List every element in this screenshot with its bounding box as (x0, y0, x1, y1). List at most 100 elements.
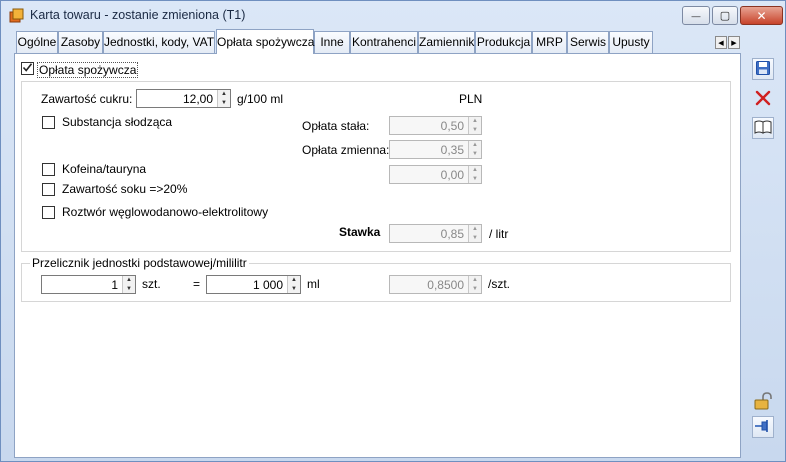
equals-sign: = (193, 277, 201, 291)
currency-label: PLN (459, 92, 483, 106)
pin-button[interactable] (752, 416, 774, 438)
rate-unit-label: / litr (489, 227, 509, 241)
sugar-content-value: 12,00 (182, 91, 213, 106)
tab-scroll-left-button[interactable]: ◀ (715, 36, 727, 49)
delete-button[interactable] (752, 88, 774, 110)
extra-fee-value: 0,00 (440, 167, 464, 182)
sweetener-label: Substancja słodząca (62, 115, 173, 129)
maximize-icon: ▢ (719, 10, 731, 22)
sugar-content-stepper[interactable]: ▲ ▼ (217, 90, 230, 107)
spin-up-icon: ▲ (126, 277, 132, 284)
ratio-unit-label: /szt. (488, 277, 511, 291)
arrow-right-icon: ▶ (731, 39, 737, 47)
spin-up-icon: ▲ (472, 226, 478, 233)
juice-checkbox[interactable] (42, 183, 55, 196)
minimize-icon: — (691, 10, 701, 21)
lock-icon (753, 391, 773, 414)
app-icon (9, 8, 24, 23)
book-icon (754, 120, 772, 137)
spin-up-icon: ▲ (472, 142, 478, 149)
ml-qty-stepper[interactable]: ▲ ▼ (287, 276, 300, 293)
ml-qty-value: 1 000 (252, 277, 283, 292)
spin-down-icon: ▼ (126, 285, 132, 292)
unit-qty-stepper[interactable]: ▲ ▼ (122, 276, 135, 293)
fixed-fee-label: Opłata stała: (302, 119, 370, 133)
caffeine-label: Kofeina/tauryna (62, 162, 147, 176)
tab-upusty[interactable]: Upusty (609, 31, 653, 53)
caffeine-checkbox[interactable] (42, 163, 55, 176)
ml-unit-label: ml (307, 277, 320, 291)
variable-fee-stepper[interactable]: ▲ ▼ (468, 141, 481, 158)
arrow-left-icon: ◀ (718, 39, 724, 47)
sweetener-checkbox[interactable] (42, 116, 55, 129)
minimize-button[interactable]: — (682, 6, 710, 25)
juice-label: Zawartość soku =>20% (62, 182, 188, 196)
application-window: Karta towaru - zostanie zmieniona (T1) —… (0, 0, 786, 462)
converter-legend: Przelicznik jednostki podstawowej/milili… (30, 256, 249, 270)
fee-enabled-label: Opłata spożywcza (37, 62, 139, 78)
rate-label: Stawka (339, 225, 381, 239)
delete-x-icon (755, 90, 771, 109)
unit-qty-label: szt. (142, 277, 161, 291)
spin-up-icon: ▲ (472, 277, 478, 284)
variable-fee-label: Opłata zmienna: (302, 143, 390, 157)
tab-jednostki[interactable]: Jednostki, kody, VAT (103, 31, 215, 53)
tab-zasoby[interactable]: Zasoby (58, 31, 103, 53)
pin-icon (754, 419, 772, 436)
checkmark-icon (22, 62, 33, 76)
tab-content-panel: Opłata spożywcza Zawartość cukru: 12,00 … (14, 53, 741, 458)
spin-up-icon: ▲ (472, 118, 478, 125)
save-icon (755, 60, 771, 79)
converter-groupbox: Przelicznik jednostki podstawowej/milili… (21, 256, 731, 302)
maximize-button[interactable]: ▢ (712, 6, 738, 25)
extra-fee-stepper[interactable]: ▲ ▼ (468, 166, 481, 183)
fee-groupbox: Zawartość cukru: 12,00 ▲ ▼ g/100 ml PLN S… (21, 81, 731, 252)
rate-input[interactable]: 0,85 ▲ ▼ (389, 224, 482, 243)
tab-inne[interactable]: Inne (314, 31, 350, 53)
close-icon: ✕ (756, 8, 767, 23)
tab-serwis[interactable]: Serwis (567, 31, 609, 53)
spin-down-icon: ▼ (472, 126, 478, 133)
sugar-content-input[interactable]: 12,00 ▲ ▼ (136, 89, 231, 108)
rate-stepper[interactable]: ▲ ▼ (468, 225, 481, 242)
spin-down-icon: ▼ (472, 234, 478, 241)
unit-qty-value: 1 (111, 277, 118, 292)
sugar-label: Zawartość cukru: (41, 92, 133, 106)
tab-ogolne[interactable]: Ogólne (16, 31, 58, 53)
fixed-fee-input[interactable]: 0,50 ▲ ▼ (389, 116, 482, 135)
spin-up-icon: ▲ (472, 167, 478, 174)
close-button[interactable]: ✕ (740, 6, 783, 25)
unit-qty-input[interactable]: 1 ▲ ▼ (41, 275, 136, 294)
tab-scroll-right-button[interactable]: ▶ (728, 36, 740, 49)
rate-value: 0,85 (440, 226, 464, 241)
spin-down-icon: ▼ (472, 150, 478, 157)
ratio-input[interactable]: 0,8500 ▲ ▼ (389, 275, 482, 294)
extra-fee-input[interactable]: 0,00 ▲ ▼ (389, 165, 482, 184)
sugar-unit-label: g/100 ml (237, 92, 284, 106)
tab-oplata-spozywcza[interactable]: Opłata spożywcza (216, 29, 314, 54)
ml-qty-input[interactable]: 1 000 ▲ ▼ (206, 275, 301, 294)
electrolyte-checkbox[interactable] (42, 206, 55, 219)
save-button[interactable] (752, 58, 774, 80)
tab-zamienniki[interactable]: Zamienniki (418, 31, 477, 53)
ratio-stepper[interactable]: ▲ ▼ (468, 276, 481, 293)
help-book-button[interactable] (752, 117, 774, 139)
spin-down-icon: ▼ (291, 285, 297, 292)
spin-up-icon: ▲ (221, 91, 227, 98)
variable-fee-input[interactable]: 0,35 ▲ ▼ (389, 140, 482, 159)
variable-fee-value: 0,35 (440, 142, 464, 157)
tab-kontrahenci[interactable]: Kontrahenci (350, 31, 418, 53)
window-title: Karta towaru - zostanie zmieniona (T1) (30, 8, 246, 22)
fee-enabled-checkbox[interactable] (21, 62, 34, 75)
spin-down-icon: ▼ (472, 175, 478, 182)
ratio-value: 0,8500 (427, 277, 464, 292)
spin-down-icon: ▼ (472, 285, 478, 292)
title-bar[interactable]: Karta towaru - zostanie zmieniona (T1) —… (1, 1, 785, 31)
fixed-fee-stepper[interactable]: ▲ ▼ (468, 117, 481, 134)
fixed-fee-value: 0,50 (440, 118, 464, 133)
spin-up-icon: ▲ (291, 277, 297, 284)
lock-button[interactable] (752, 391, 774, 413)
tab-produkcja[interactable]: Produkcja (475, 31, 532, 53)
spin-down-icon: ▼ (221, 99, 227, 106)
tab-mrp[interactable]: MRP (532, 31, 567, 53)
